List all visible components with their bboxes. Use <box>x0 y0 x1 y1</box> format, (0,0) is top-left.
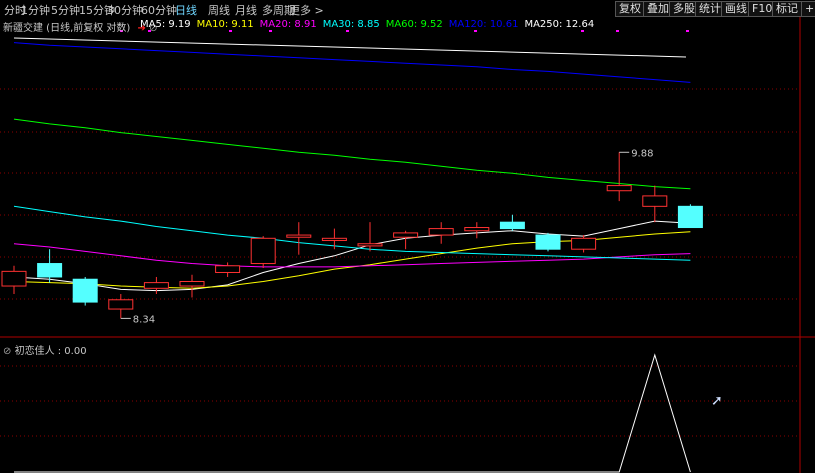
candle-body-up <box>393 232 419 238</box>
candle-body-up <box>215 265 241 273</box>
event-marker <box>346 30 349 32</box>
toolbar-button[interactable]: 复权 <box>615 1 645 17</box>
candle-body-up <box>286 234 312 238</box>
ma-legend-item: MA250: 12.64 <box>524 19 595 30</box>
candle-body-up <box>571 237 597 250</box>
timeframe-tab[interactable]: 周线 <box>208 2 230 18</box>
indicator-chart <box>0 338 815 473</box>
candle-body-up <box>108 299 134 310</box>
timeframe-tab[interactable]: 1分钟 <box>21 2 50 18</box>
toolbar-button[interactable]: 画线 <box>721 1 751 17</box>
event-marker <box>474 30 477 32</box>
stock-title-text: 新疆交建 (日线,前复权 对数) <box>3 23 131 34</box>
candle-body-up <box>143 282 169 289</box>
candle-body-up <box>321 237 347 241</box>
candle-body-up <box>464 227 490 232</box>
low-label: 8.34 <box>133 314 155 325</box>
ma-legend-item: MA5: 9.19 <box>140 19 191 30</box>
candle-body-up <box>179 280 205 287</box>
high-label: 9.88 <box>631 148 653 159</box>
candle-body-up <box>428 228 454 236</box>
candle-body-up <box>642 195 668 207</box>
toolbar-button[interactable]: 标记 <box>772 1 802 17</box>
ma-legend-item: MA30: 8.85 <box>322 19 380 30</box>
timeframe-tab[interactable]: 5分钟 <box>51 2 80 18</box>
cursor-icon: ➚ <box>711 393 723 409</box>
candle-body-up <box>606 185 632 192</box>
ma-legend: MA5: 9.19 MA10: 9.11 MA20: 8.91 MA30: 8.85 M… <box>140 19 600 30</box>
event-marker <box>269 30 272 32</box>
event-marker <box>229 30 232 32</box>
event-marker <box>581 30 584 32</box>
timeframe-tab[interactable]: 60分钟 <box>141 2 177 18</box>
toolbar: 分时 1分钟 5分钟 15分钟 30分钟 60分钟 日线 周线 月线 多周期 更多 > 复权 叠加 多股统… <box>0 0 815 18</box>
candle-body-down <box>677 205 703 229</box>
ma-legend-item: MA20: 8.91 <box>259 19 317 30</box>
candle-body-up <box>357 243 383 247</box>
indicator-legend: ⊘ 初恋佳人 : 0.00 <box>3 342 87 357</box>
candle-body-down <box>37 263 63 278</box>
main-chart: 9.88 8.34 <box>0 17 815 338</box>
timeframe-tab[interactable]: 日线 <box>175 2 197 18</box>
candle-body-up <box>1 270 27 287</box>
ma-legend-item: MA10: 9.11 <box>196 19 254 30</box>
candle-body-up <box>250 237 276 265</box>
candle-body-down <box>72 278 98 303</box>
candle-body-down <box>535 234 561 250</box>
timeframe-tab[interactable]: 更多 > <box>289 2 324 18</box>
indicator-label: 初恋佳人 : 0.00 <box>14 346 87 357</box>
event-marker <box>686 30 689 32</box>
ma-legend-item: MA60: 9.52 <box>385 19 443 30</box>
toolbar-button[interactable]: +自 <box>801 1 815 17</box>
candle-body-down <box>499 221 525 230</box>
timeframe-tab[interactable]: 月线 <box>235 2 257 18</box>
ma-legend-item: MA120: 10.61 <box>448 19 519 30</box>
stock-title: 新疆交建 (日线,前复权 对数) ➔ ⊘ <box>3 19 158 34</box>
timeframe-tab[interactable]: 30分钟 <box>107 2 143 18</box>
event-marker <box>616 30 619 32</box>
indicator-toggle-icon[interactable]: ⊘ <box>3 346 11 357</box>
